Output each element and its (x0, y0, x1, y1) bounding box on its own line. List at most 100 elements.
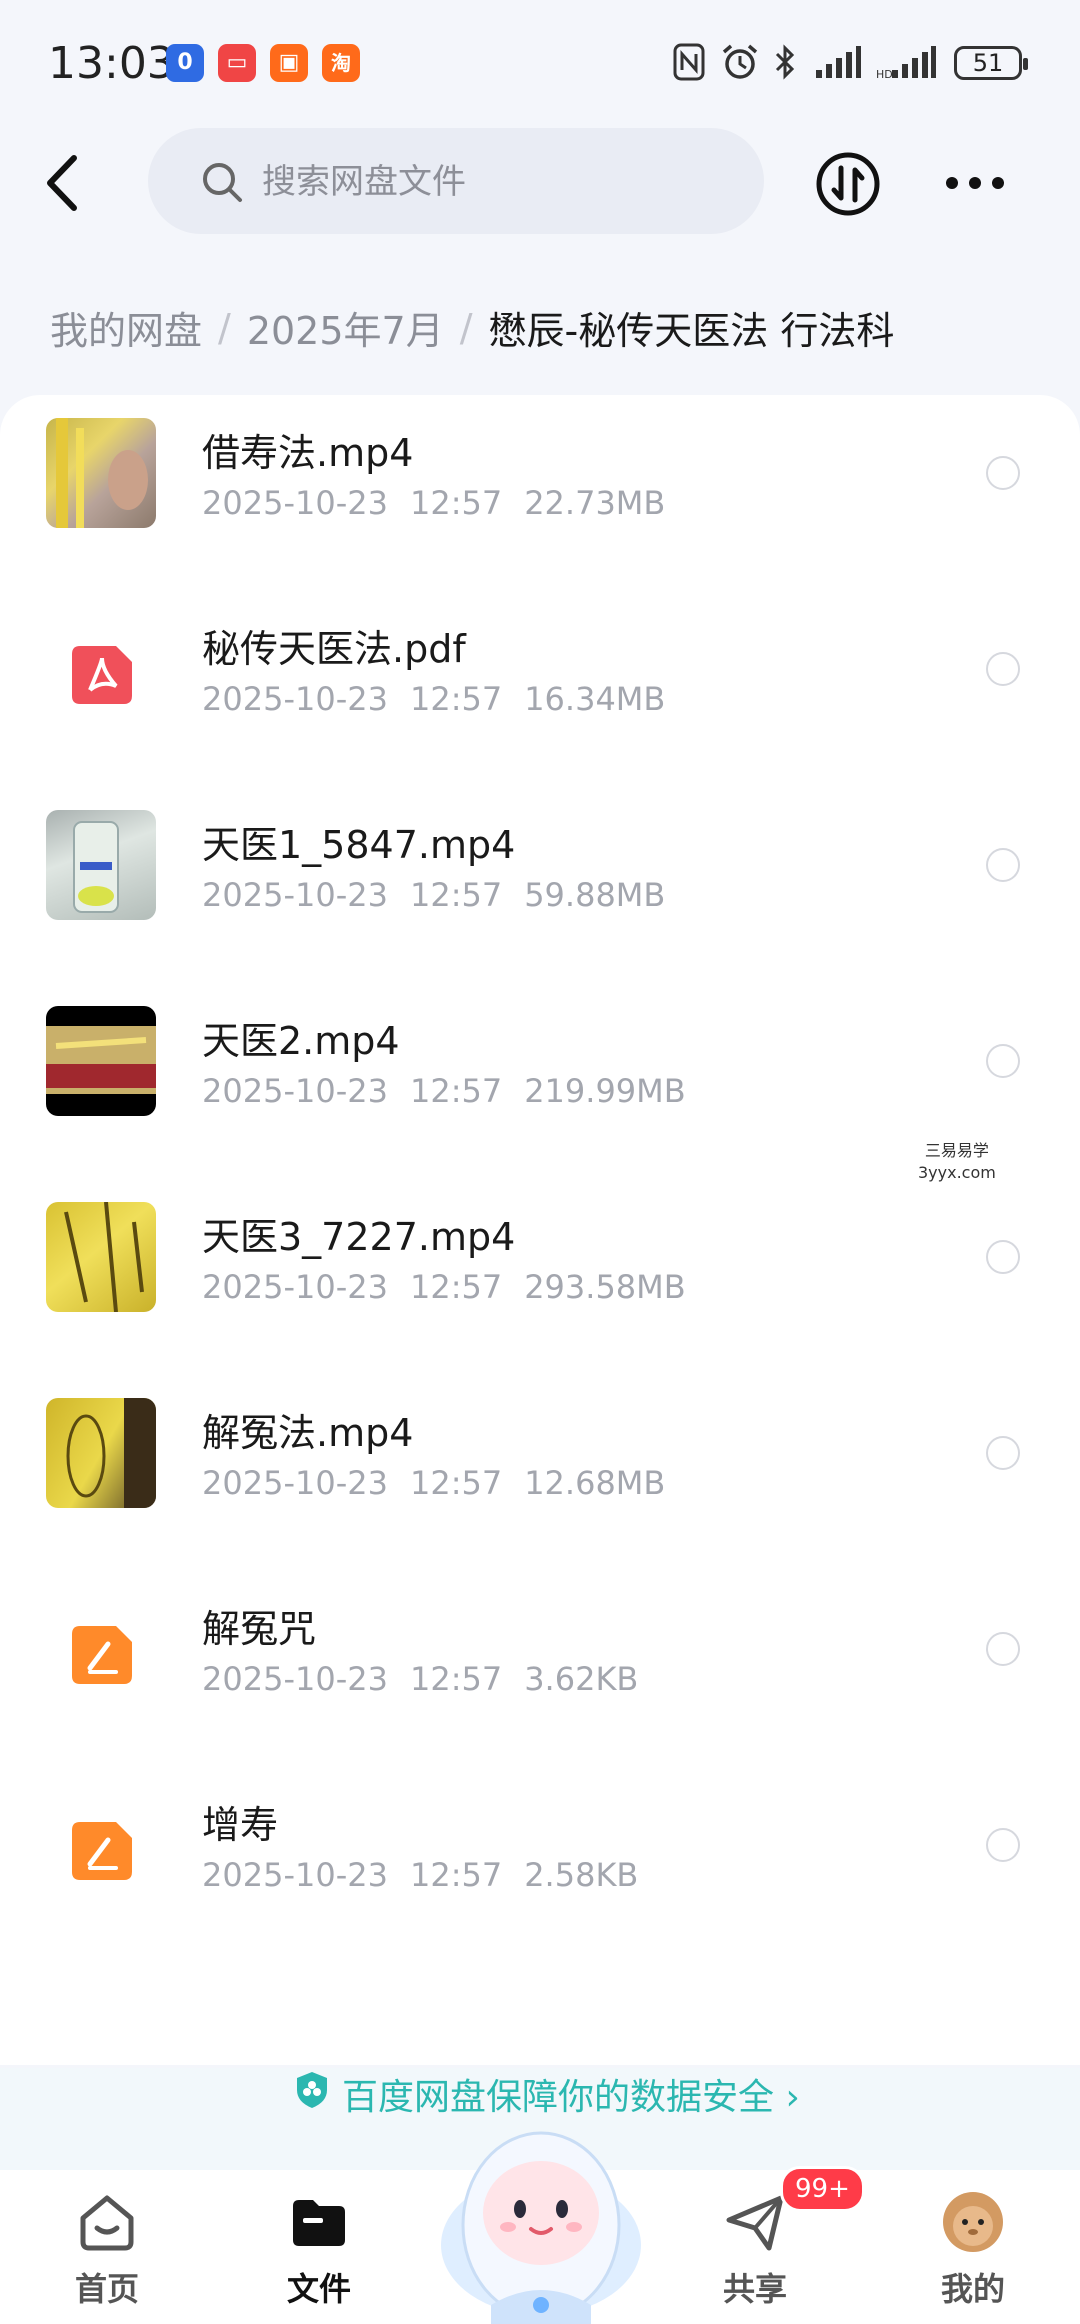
video-thumbnail (46, 418, 156, 528)
file-meta: 2025-10-23 12:57 12.68MB (202, 1464, 687, 1502)
file-meta: 2025-10-23 12:57 293.58MB (202, 1268, 708, 1306)
tab-me[interactable]: 我的 (908, 2180, 1038, 2310)
file-row[interactable]: 解冤咒 2025-10-23 12:57 3.62KB (0, 1570, 1080, 1766)
pdf-icon (72, 646, 132, 704)
file-time: 12:57 (409, 1072, 503, 1110)
avatar (943, 2192, 1003, 2252)
file-row[interactable]: 借寿法.mp4 2025-10-23 12:57 22.73MB (0, 394, 1080, 590)
file-date: 2025-10-23 (202, 1856, 388, 1894)
select-checkbox[interactable] (986, 652, 1020, 686)
breadcrumb-separator: / (218, 305, 231, 350)
file-size: 59.88MB (524, 876, 666, 914)
file-meta: 2025-10-23 12:57 219.99MB (202, 1072, 708, 1110)
video-thumbnail (46, 1398, 156, 1508)
file-name: 借寿法.mp4 (202, 431, 414, 475)
select-checkbox[interactable] (986, 1240, 1020, 1274)
watermark-line-2: 3yyx.com (918, 1163, 996, 1182)
file-meta: 2025-10-23 12:57 3.62KB (202, 1660, 660, 1698)
signal-icon (816, 46, 861, 78)
file-date: 2025-10-23 (202, 484, 388, 522)
search-input[interactable] (260, 152, 724, 212)
breadcrumb-item-root[interactable]: 我的网盘 (50, 309, 202, 353)
search-bar[interactable] (148, 128, 764, 234)
back-button[interactable] (40, 150, 90, 216)
note-icon (72, 1626, 132, 1684)
file-date: 2025-10-23 (202, 1268, 388, 1306)
taobao-app-icon: 淘 (322, 44, 360, 82)
chevron-right-icon: › (785, 2077, 800, 2118)
select-checkbox[interactable] (986, 456, 1020, 490)
share-badge: 99+ (780, 2166, 865, 2212)
file-time: 12:57 (409, 1660, 503, 1698)
file-name: 天医3_7227.mp4 (202, 1215, 516, 1259)
paper-plane-icon (726, 2195, 784, 2251)
file-size: 22.73MB (524, 484, 666, 522)
file-date: 2025-10-23 (202, 680, 388, 718)
file-row[interactable]: 天医3_7227.mp4 2025-10-23 12:57 293.58MB (0, 1178, 1080, 1374)
transfer-list-icon[interactable] (814, 150, 882, 218)
shield-icon (297, 2072, 327, 2108)
file-size: 3.62KB (524, 1660, 639, 1698)
file-date: 2025-10-23 (202, 1072, 388, 1110)
file-time: 12:57 (409, 1268, 503, 1306)
file-name: 解冤咒 (202, 1607, 317, 1651)
breadcrumb-item-month[interactable]: 2025年7月 (247, 309, 444, 353)
file-time: 12:57 (409, 484, 503, 522)
breadcrumb-separator: / (459, 305, 473, 350)
file-size: 16.34MB (524, 680, 666, 718)
status-time: 13:03 (48, 38, 175, 89)
file-date: 2025-10-23 (202, 1464, 388, 1502)
file-time: 12:57 (409, 1464, 503, 1502)
file-time: 12:57 (409, 876, 503, 914)
home-icon (80, 2195, 134, 2251)
select-checkbox[interactable] (986, 1828, 1020, 1862)
breadcrumb: 我的网盘 / 2025年7月 / 懋辰-秘传天医法 行法科 (50, 300, 894, 355)
file-row[interactable]: 增寿 2025-10-23 12:57 2.58KB (0, 1766, 1080, 1962)
file-meta: 2025-10-23 12:57 59.88MB (202, 876, 687, 914)
orange-app-icon: ▣ (270, 44, 308, 82)
alarm-icon (722, 44, 758, 79)
tab-label: 首页 (74, 2270, 139, 2308)
file-size: 219.99MB (524, 1072, 686, 1110)
tab-home[interactable]: 首页 (42, 2180, 172, 2310)
file-time: 12:57 (409, 1856, 503, 1894)
note-icon (72, 1822, 132, 1880)
search-icon (203, 163, 242, 202)
tab-files[interactable]: 文件 (254, 2180, 384, 2310)
select-checkbox[interactable] (986, 1436, 1020, 1470)
assistant-mascot-button[interactable] (436, 2105, 646, 2324)
status-bar: 13:03 0 ▭ ▣ 淘 HD 51 (0, 0, 1080, 130)
bluetooth-icon (775, 44, 795, 80)
file-time: 12:57 (409, 680, 503, 718)
select-checkbox[interactable] (986, 1044, 1020, 1078)
file-meta: 2025-10-23 12:57 16.34MB (202, 680, 687, 718)
red-app-icon: ▭ (218, 44, 256, 82)
file-row[interactable]: 天医1_5847.mp4 2025-10-23 12:57 59.88MB (0, 786, 1080, 982)
file-size: 2.58KB (524, 1856, 639, 1894)
breadcrumb-current: 懋辰-秘传天医法 行法科 (488, 309, 895, 353)
battery-indicator: 51 (954, 46, 1028, 80)
more-options-icon[interactable] (944, 170, 1006, 196)
file-meta: 2025-10-23 12:57 22.73MB (202, 484, 687, 522)
file-size: 12.68MB (524, 1464, 666, 1502)
file-date: 2025-10-23 (202, 876, 388, 914)
select-checkbox[interactable] (986, 1632, 1020, 1666)
video-thumbnail (46, 810, 156, 920)
file-row[interactable]: 解冤法.mp4 2025-10-23 12:57 12.68MB (0, 1374, 1080, 1570)
folder-icon (293, 2200, 345, 2246)
file-name: 增寿 (202, 1803, 279, 1847)
file-row[interactable]: 秘传天医法.pdf 2025-10-23 12:57 16.34MB (0, 590, 1080, 786)
tab-label: 文件 (286, 2270, 351, 2308)
tab-label: 共享 (722, 2270, 787, 2308)
file-name: 天医2.mp4 (202, 1019, 400, 1063)
svg-text:HD: HD (876, 68, 893, 81)
file-size: 293.58MB (524, 1268, 686, 1306)
select-checkbox[interactable] (986, 848, 1020, 882)
file-name: 秘传天医法.pdf (202, 627, 466, 671)
video-thumbnail (46, 1006, 156, 1116)
tab-label: 我的 (940, 2270, 1005, 2308)
calendar-app-icon: 0 (166, 44, 204, 82)
file-date: 2025-10-23 (202, 1660, 388, 1698)
file-meta: 2025-10-23 12:57 2.58KB (202, 1856, 660, 1894)
file-name: 天医1_5847.mp4 (202, 823, 516, 867)
